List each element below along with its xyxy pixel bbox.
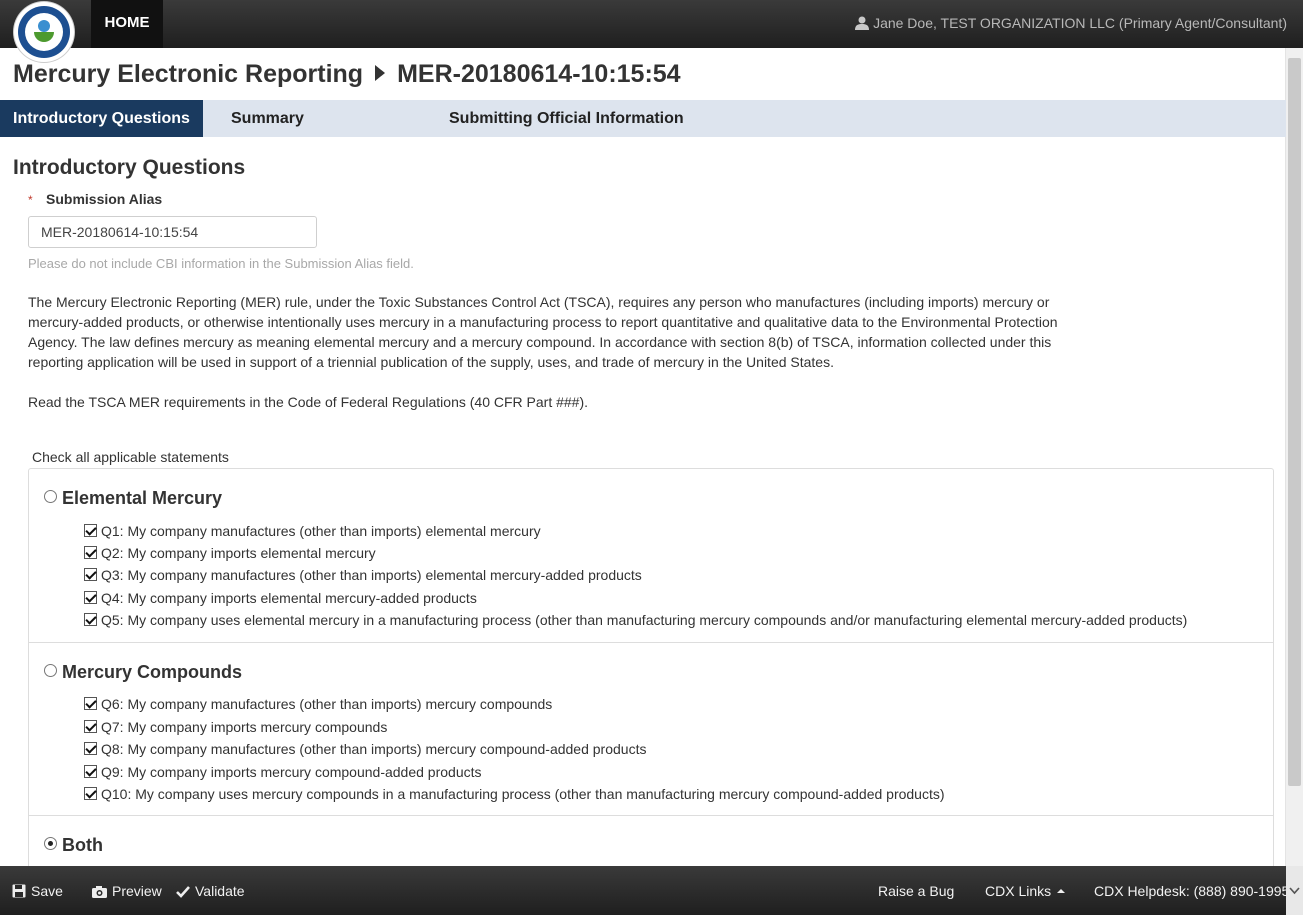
cdx-helpdesk-text: CDX Helpdesk: (888) 890-1995: [1094, 883, 1290, 899]
caret-up-icon: [1057, 889, 1066, 893]
submission-alias-label: Submission Alias: [46, 191, 163, 207]
question-text: Q9: My company imports mercury compound-…: [101, 764, 482, 780]
group-label: Mercury Compounds: [62, 662, 243, 682]
group-both[interactable]: Both: [44, 835, 103, 859]
footer-toolbar: Save Preview Validate Raise a Bug CDX Li…: [0, 866, 1290, 915]
group-label: Both: [62, 835, 103, 855]
question-text: Q10: My company uses mercury compounds i…: [101, 786, 945, 802]
tab-introductory-questions[interactable]: Introductory Questions: [0, 100, 203, 137]
person-icon: [855, 16, 870, 30]
home-tab[interactable]: HOME: [91, 0, 163, 48]
question-text: Q3: My company manufactures (other than …: [101, 567, 642, 583]
group-label: Elemental Mercury: [62, 488, 223, 508]
tab-summary[interactable]: Summary: [218, 100, 317, 137]
question-text: Q2: My company imports elemental mercury: [101, 545, 376, 561]
question-checkbox[interactable]: [84, 613, 97, 626]
question-checkbox[interactable]: [84, 720, 97, 733]
chevron-down-icon: [1289, 887, 1300, 895]
question-text: Q8: My company manufactures (other than …: [101, 741, 647, 757]
question-item[interactable]: Q9: My company imports mercury compound-…: [84, 764, 482, 784]
user-name: Jane Doe, TEST ORGANIZATION LLC (Primary…: [873, 15, 1287, 31]
question-text: Q4: My company imports elemental mercury…: [101, 590, 477, 606]
wizard-tabs: Introductory Questions Summary Submittin…: [0, 100, 1286, 137]
submission-alias-input[interactable]: [28, 216, 317, 248]
validate-button[interactable]: Validate: [176, 866, 245, 915]
scroll-down-button[interactable]: [1286, 866, 1303, 915]
group-mercury-compounds[interactable]: Mercury Compounds: [44, 662, 242, 686]
question-text: Q1: My company manufactures (other than …: [101, 523, 541, 539]
question-item[interactable]: Q1: My company manufactures (other than …: [84, 523, 541, 543]
cdx-links-dropdown[interactable]: CDX Links: [985, 866, 1066, 915]
app-title: Mercury Electronic Reporting: [13, 60, 364, 88]
tab-submitting-official-information[interactable]: Submitting Official Information: [436, 100, 697, 137]
question-checkbox[interactable]: [84, 765, 97, 778]
required-marker: *: [28, 193, 33, 207]
check-all-label: Check all applicable statements: [32, 449, 229, 465]
question-checkbox[interactable]: [84, 524, 97, 537]
raise-bug-link[interactable]: Raise a Bug: [878, 866, 954, 915]
question-item[interactable]: Q8: My company manufactures (other than …: [84, 741, 646, 761]
group-divider: [28, 815, 1274, 816]
caret-right-icon: [375, 65, 386, 81]
user-menu[interactable]: Jane Doe, TEST ORGANIZATION LLC (Primary…: [855, 0, 1287, 46]
scrollbar-thumb[interactable]: [1288, 58, 1301, 786]
epa-logo[interactable]: [14, 2, 74, 62]
question-text: Q6: My company manufactures (other than …: [101, 696, 553, 712]
question-item[interactable]: Q2: My company imports elemental mercury: [84, 545, 376, 565]
submission-id: MER-20180614-10:15:54: [397, 60, 681, 88]
question-item[interactable]: Q10: My company uses mercury compounds i…: [84, 786, 945, 806]
question-checkbox[interactable]: [84, 787, 97, 800]
group-divider: [28, 642, 1274, 643]
camera-icon: [92, 886, 107, 898]
page-title: Mercury Electronic Reporting MER-20180614…: [13, 60, 681, 89]
save-button[interactable]: Save: [12, 866, 63, 915]
question-item[interactable]: Q5: My company uses elemental mercury in…: [84, 612, 1187, 632]
preview-button[interactable]: Preview: [92, 866, 162, 915]
question-text: Q5: My company uses elemental mercury in…: [101, 612, 1188, 628]
check-icon: [176, 886, 190, 898]
section-heading: Introductory Questions: [13, 156, 246, 179]
alias-hint: Please do not include CBI information in…: [28, 256, 414, 271]
top-nav-bar: HOME Jane Doe, TEST ORGANIZATION LLC (Pr…: [0, 0, 1303, 48]
intro-paragraph: The Mercury Electronic Reporting (MER) r…: [28, 294, 1058, 370]
save-icon: [12, 884, 26, 898]
question-checkbox[interactable]: [84, 742, 97, 755]
question-checkbox[interactable]: [84, 568, 97, 581]
elemental-mercury-radio[interactable]: [44, 490, 57, 503]
question-text: Q7: My company imports mercury compounds: [101, 719, 388, 735]
question-item[interactable]: Q4: My company imports elemental mercury…: [84, 590, 477, 610]
question-item[interactable]: Q7: My company imports mercury compounds: [84, 719, 387, 739]
vertical-scrollbar[interactable]: [1285, 48, 1303, 866]
question-checkbox[interactable]: [84, 591, 97, 604]
group-elemental-mercury[interactable]: Elemental Mercury: [44, 488, 222, 512]
question-item[interactable]: Q6: My company manufactures (other than …: [84, 696, 552, 716]
question-checkbox[interactable]: [84, 546, 97, 559]
question-checkbox[interactable]: [84, 697, 97, 710]
mercury-compounds-radio[interactable]: [44, 664, 57, 677]
question-item[interactable]: Q3: My company manufactures (other than …: [84, 567, 642, 587]
cfr-link-text[interactable]: Read the TSCA MER requirements in the Co…: [28, 394, 588, 410]
both-radio[interactable]: [44, 837, 57, 850]
